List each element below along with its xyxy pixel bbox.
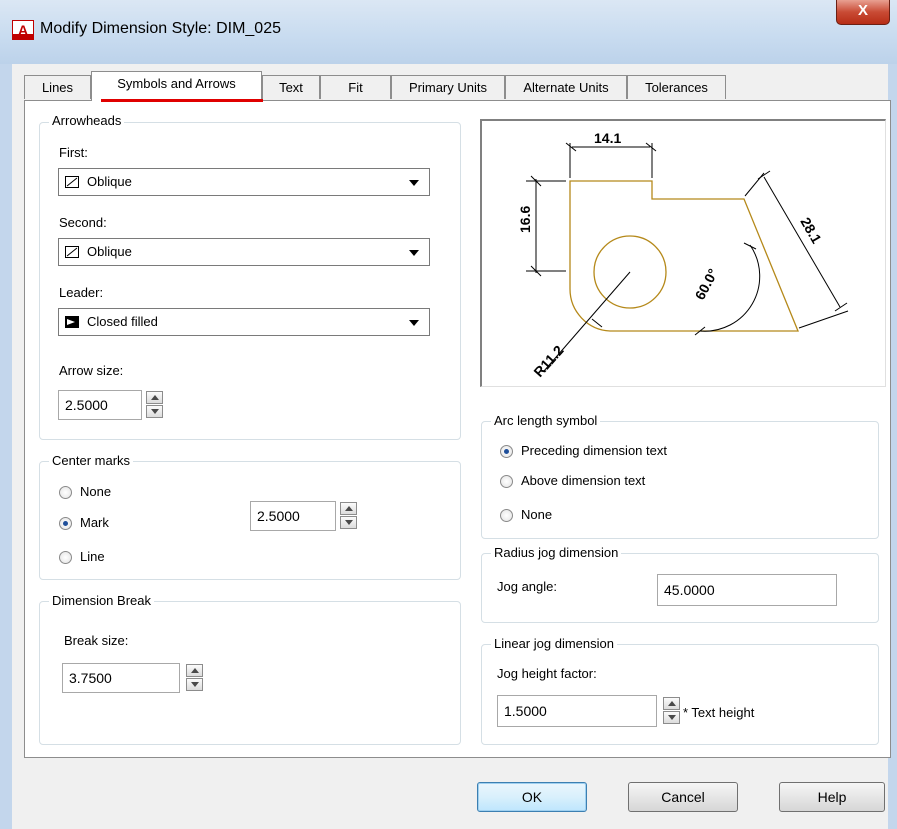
second-label: Second: <box>59 215 107 230</box>
first-arrowhead-value: Oblique <box>87 174 132 189</box>
second-arrowhead-dropdown[interactable]: Oblique <box>58 238 430 266</box>
second-arrowhead-value: Oblique <box>87 244 132 259</box>
arc-above-radio[interactable] <box>500 475 513 488</box>
break-size-label: Break size: <box>64 633 129 648</box>
preview-dim-left-text: 16.6 <box>517 206 533 233</box>
first-arrowhead-dropdown[interactable]: Oblique <box>58 168 430 196</box>
center-mark-mark-radio[interactable] <box>59 517 72 530</box>
preview-dim-radius-text: R11.2 <box>530 342 567 380</box>
arc-none-label[interactable]: None <box>521 507 552 522</box>
arc-none-radio[interactable] <box>500 509 513 522</box>
stepper-down-icon[interactable] <box>186 678 203 691</box>
stepper-up-icon[interactable] <box>340 502 357 515</box>
tab-fit[interactable]: Fit <box>320 75 391 99</box>
arrow-size-label: Arrow size: <box>59 363 124 378</box>
center-mark-size-input[interactable]: 2.5000 <box>250 501 336 531</box>
tab-primary-units[interactable]: Primary Units <box>391 75 505 99</box>
window-title: Modify Dimension Style: DIM_025 <box>40 20 281 37</box>
oblique-arrow-icon <box>65 246 79 258</box>
help-button[interactable]: Help <box>779 782 885 812</box>
preview-geometry-outline <box>569 180 799 332</box>
linear-jog-title: Linear jog dimension <box>491 636 617 651</box>
cancel-button[interactable]: Cancel <box>628 782 738 812</box>
jog-angle-label: Jog angle: <box>497 579 557 594</box>
dimension-preview-drawing: 14.1 16.6 28.1 60.0° R11.2 <box>517 130 849 380</box>
stepper-up-icon[interactable] <box>186 664 203 677</box>
close-button[interactable]: X <box>836 0 890 25</box>
tab-tolerances[interactable]: Tolerances <box>627 75 726 99</box>
preview-dim-angle-text: 60.0° <box>692 266 722 303</box>
tab-lines[interactable]: Lines <box>24 75 91 99</box>
jog-angle-input[interactable]: 45.0000 <box>657 574 837 606</box>
closed-filled-arrow-icon <box>65 316 79 328</box>
active-tab-highlight <box>101 99 263 102</box>
stepper-down-icon[interactable] <box>663 711 680 724</box>
arrow-size-stepper[interactable] <box>146 391 163 419</box>
first-label: First: <box>59 145 88 160</box>
jog-height-input[interactable]: 1.5000 <box>497 695 657 727</box>
arrow-size-input[interactable]: 2.5000 <box>58 390 142 420</box>
arrowheads-title: Arrowheads <box>49 113 125 128</box>
tab-symbols-and-arrows[interactable]: Symbols and Arrows <box>91 71 262 101</box>
jog-height-label: Jog height factor: <box>497 666 597 681</box>
window-frame-left <box>0 64 12 829</box>
text-height-suffix: * Text height <box>683 705 755 720</box>
oblique-arrow-icon <box>65 176 79 188</box>
center-mark-size-stepper[interactable] <box>340 502 357 530</box>
center-marks-title: Center marks <box>49 453 134 468</box>
center-mark-line-radio[interactable] <box>59 551 72 564</box>
tab-text[interactable]: Text <box>262 75 320 99</box>
autocad-app-icon: A <box>12 20 34 40</box>
center-mark-line-label[interactable]: Line <box>80 549 105 564</box>
chevron-down-icon <box>409 320 419 326</box>
preview-pane: 14.1 16.6 28.1 60.0° R11.2 <box>480 119 886 387</box>
leader-arrowhead-dropdown[interactable]: Closed filled <box>58 308 430 336</box>
center-mark-none-label[interactable]: None <box>80 484 111 499</box>
arc-preceding-radio[interactable] <box>500 445 513 458</box>
dimension-break-title: Dimension Break <box>49 593 154 608</box>
stepper-up-icon[interactable] <box>146 391 163 404</box>
break-size-input[interactable]: 3.7500 <box>62 663 180 693</box>
tab-alternate-units[interactable]: Alternate Units <box>505 75 627 99</box>
ok-button[interactable]: OK <box>477 782 587 812</box>
preview-dim-top-text: 14.1 <box>594 130 621 146</box>
arc-length-symbol-title: Arc length symbol <box>491 413 601 428</box>
leader-label: Leader: <box>59 285 104 300</box>
radius-jog-title: Radius jog dimension <box>491 545 622 560</box>
break-size-stepper[interactable] <box>186 664 203 692</box>
center-mark-none-radio[interactable] <box>59 486 72 499</box>
arc-above-label[interactable]: Above dimension text <box>521 473 645 488</box>
center-mark-mark-label[interactable]: Mark <box>80 515 109 530</box>
arc-preceding-label[interactable]: Preceding dimension text <box>521 443 667 458</box>
stepper-down-icon[interactable] <box>146 405 163 418</box>
leader-arrowhead-value: Closed filled <box>87 314 158 329</box>
chevron-down-icon <box>409 180 419 186</box>
stepper-down-icon[interactable] <box>340 516 357 529</box>
stepper-up-icon[interactable] <box>663 697 680 710</box>
chevron-down-icon <box>409 250 419 256</box>
jog-height-stepper[interactable] <box>663 697 680 725</box>
